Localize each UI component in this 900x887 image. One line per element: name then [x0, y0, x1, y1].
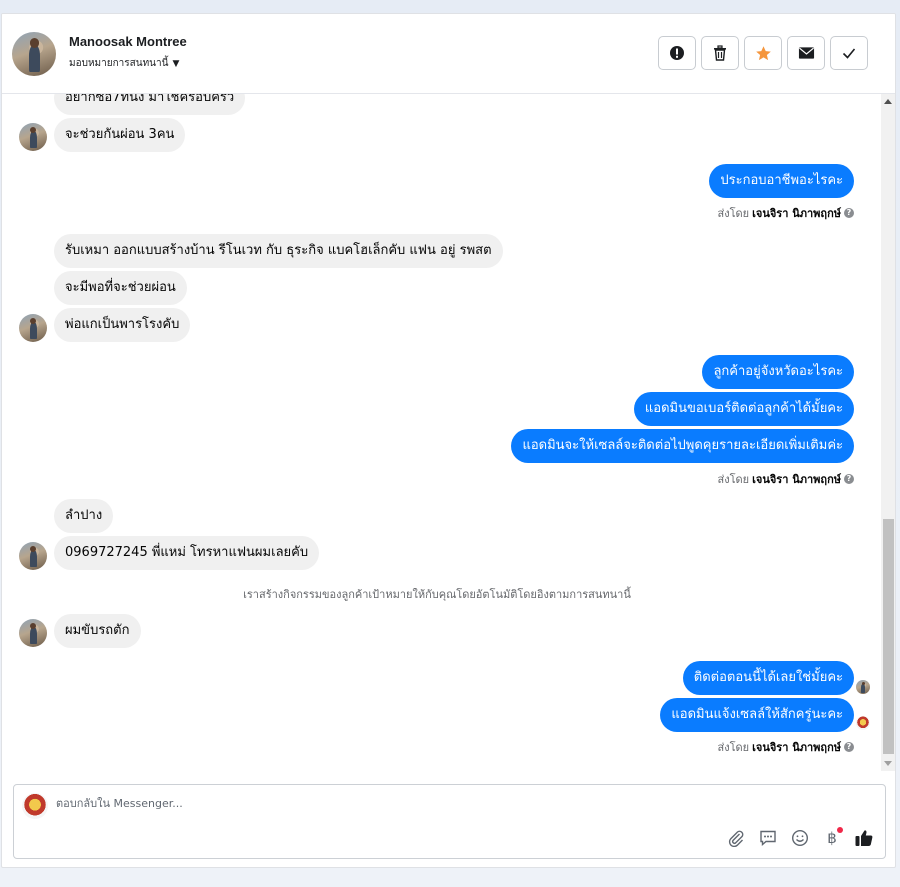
reply-input[interactable]: [56, 797, 656, 810]
report-button[interactable]: [658, 36, 696, 70]
assign-conversation-dropdown[interactable]: มอบหมายการสนทนานี้ ▼: [69, 56, 179, 71]
question-icon[interactable]: ?: [844, 208, 854, 218]
caret-down-icon: ▼: [172, 58, 180, 69]
system-note: เราสร้างกิจกรรมของลูกค้าเป้าหมายให้กับคุ…: [243, 588, 631, 601]
notification-dot: [837, 827, 843, 833]
chat-scrollbar[interactable]: [881, 94, 895, 771]
header-actions: [658, 36, 868, 70]
scrollbar-thumb[interactable]: [883, 519, 894, 754]
message-incoming: ผมขับรถตัก: [54, 614, 141, 648]
attachment-icon: [728, 830, 744, 847]
emoji-icon: [791, 829, 809, 847]
saved-reply-icon: [760, 830, 776, 847]
contact-avatar[interactable]: [12, 32, 56, 76]
message-incoming: รับเหมา ออกแบบสร้างบ้าน รีโนเวท กับ ธุระ…: [54, 234, 503, 268]
conversation-header: Manoosak Montree มอบหมายการสนทนานี้ ▼: [2, 14, 895, 94]
message-incoming: จะมีพอที่จะช่วยผ่อน: [54, 271, 187, 305]
message-outgoing: แอดมินแจ้งเซลล์ให้สักครู่นะคะ: [660, 698, 854, 732]
emoji-button[interactable]: [789, 827, 811, 849]
sent-by-prefix: ส่งโดย: [717, 207, 750, 220]
message-outgoing: แอดมินจะให้เซลล์จะติดต่อไปพูดคุยรายละเอี…: [511, 429, 854, 463]
baht-icon: ฿: [827, 829, 837, 847]
scroll-down-arrow-icon[interactable]: [884, 761, 892, 766]
sent-by-prefix: ส่งโดย: [717, 473, 750, 486]
star-icon: [755, 45, 771, 60]
question-icon[interactable]: ?: [844, 742, 854, 752]
message-thread[interactable]: อยากซื้อ7ที่นั่ง มาใช้ครอบครัว จะช่วยกัน…: [2, 94, 882, 771]
contact-avatar: [19, 314, 47, 342]
page-avatar: [22, 793, 48, 819]
like-icon: [855, 830, 873, 846]
contact-name[interactable]: Manoosak Montree: [69, 34, 187, 49]
sent-by-label: ส่งโดย เจนจิรา นิภาพฤกษ์ ?: [718, 470, 854, 488]
contact-avatar: [19, 619, 47, 647]
message-outgoing: ติดต่อตอนนี้ได้เลยใช่มั้ยคะ: [682, 661, 854, 695]
sent-by-label: ส่งโดย เจนจิรา นิภาพฤกษ์ ?: [718, 738, 854, 756]
report-icon: [670, 46, 684, 60]
like-button[interactable]: [853, 827, 875, 849]
message-incoming: 0969727245 พี่แหม่ โทรหาแฟนผมเลยคับ: [54, 536, 320, 570]
star-button[interactable]: [744, 36, 782, 70]
conversation-panel: Manoosak Montree มอบหมายการสนทนานี้ ▼ อย…: [1, 13, 896, 868]
payment-button[interactable]: ฿: [821, 827, 843, 849]
message-outgoing: ประกอบอาชีพอะไรคะ: [709, 164, 854, 198]
mail-button[interactable]: [787, 36, 825, 70]
message-incoming: ลำปาง: [54, 499, 114, 533]
message-incoming: อยากซื้อ7ที่นั่ง มาใช้ครอบครัว: [54, 94, 246, 115]
saved-replies-button[interactable]: [757, 827, 779, 849]
seen-by-page-avatar: [856, 716, 870, 730]
assign-label: มอบหมายการสนทนานี้: [69, 58, 169, 69]
message-incoming: พ่อแกเป็นพารโรงคับ: [54, 308, 191, 342]
message-incoming: จะช่วยกันผ่อน 3คน: [54, 118, 186, 152]
contact-avatar: [19, 123, 47, 151]
seen-avatar: [856, 680, 870, 694]
question-icon[interactable]: ?: [844, 474, 854, 484]
attach-button[interactable]: [725, 827, 747, 849]
sender-name: เจนจิรา นิภาพฤกษ์: [752, 473, 841, 486]
delete-button[interactable]: [701, 36, 739, 70]
reply-composer: ฿: [13, 784, 886, 859]
mail-icon: [798, 47, 814, 59]
message-outgoing: ลูกค้าอยู่จังหวัดอะไรคะ: [702, 355, 854, 389]
composer-tools: ฿: [725, 827, 875, 849]
check-icon: [842, 48, 856, 59]
contact-avatar: [19, 542, 47, 570]
sender-name: เจนจิรา นิภาพฤกษ์: [752, 741, 841, 754]
sent-by-label: ส่งโดย เจนจิรา นิภาพฤกษ์ ?: [718, 204, 854, 222]
sender-name: เจนจิรา นิภาพฤกษ์: [752, 207, 841, 220]
scroll-up-arrow-icon[interactable]: [884, 99, 892, 104]
sent-by-prefix: ส่งโดย: [717, 741, 750, 754]
trash-icon: [714, 45, 726, 61]
mark-done-button[interactable]: [830, 36, 868, 70]
message-outgoing: แอดมินขอเบอร์ติดต่อลูกค้าได้มั้ยคะ: [633, 392, 854, 426]
